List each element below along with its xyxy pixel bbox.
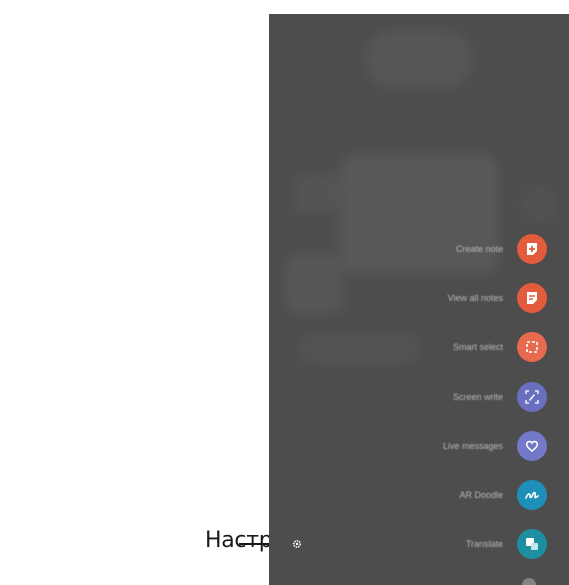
phone-screen: Create note View all notes Smart select …	[269, 14, 569, 585]
blurred-background-shape	[284, 254, 344, 314]
heart-bubble-icon[interactable]	[517, 431, 547, 461]
scroll-indicator	[522, 578, 536, 585]
menu-item-label: Live messages	[442, 441, 503, 451]
screen-write-icon[interactable]	[517, 382, 547, 412]
blurred-background-shape	[299, 334, 419, 364]
menu-item-label: View all notes	[447, 293, 503, 303]
menu-item-label: Create note	[455, 244, 503, 254]
doodle-icon[interactable]	[517, 480, 547, 510]
gear-icon[interactable]	[292, 539, 302, 549]
blurred-background-shape	[364, 29, 474, 89]
menu-item-label: Smart select	[452, 342, 503, 352]
menu-item-label: AR Doodle	[459, 490, 503, 500]
note-plus-icon[interactable]	[517, 234, 547, 264]
menu-item-label: Screen write	[452, 392, 503, 402]
air-command-screen-write[interactable]: Screen write	[453, 382, 547, 412]
air-command-ar-doodle[interactable]: AR Doodle	[459, 480, 547, 510]
air-command-create-note[interactable]: Create note	[456, 234, 547, 264]
air-command-smart-select[interactable]: Smart select	[453, 332, 547, 362]
translate-icon[interactable]	[517, 529, 547, 559]
notes-list-icon[interactable]	[517, 283, 547, 313]
air-command-translate[interactable]: Translate	[466, 529, 547, 559]
menu-item-label: Translate	[465, 539, 503, 549]
air-command-live-messages[interactable]: Live messages	[443, 431, 547, 461]
smart-select-icon[interactable]	[517, 332, 547, 362]
blurred-background-shape	[519, 184, 559, 224]
air-command-view-all-notes[interactable]: View all notes	[448, 283, 547, 313]
blurred-background-shape	[294, 174, 344, 214]
